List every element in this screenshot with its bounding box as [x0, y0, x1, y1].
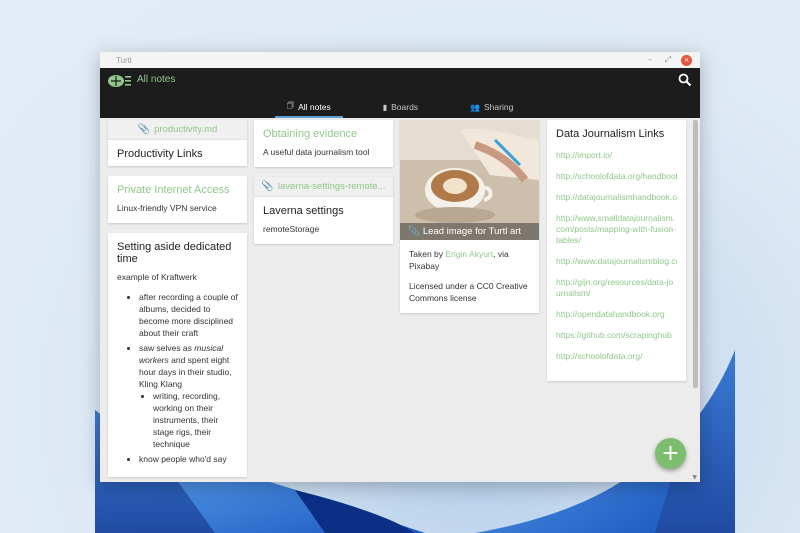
list-item: saw selves as musical workers and spent … — [139, 342, 238, 450]
note-body: example of Kraftwerk after recording a c… — [108, 271, 247, 477]
credit-link[interactable]: Engin Akyurt — [445, 249, 493, 259]
link-list: http://import.io/ http://schoolofdata.or… — [547, 146, 686, 381]
paperclip-icon: 📎 — [261, 181, 274, 192]
paperclip-icon: 📎 — [137, 124, 151, 135]
image-overlay-text: Lead image for Turtl art — [422, 226, 522, 237]
tab-label: All notes — [298, 102, 331, 112]
image-overlay: 📎 Lead image for Turtl art — [400, 223, 539, 240]
note-card-productivity[interactable]: 📎 productivity.md Productivity Links — [108, 120, 247, 166]
boards-icon: ▮ — [382, 102, 388, 112]
close-button[interactable]: × — [681, 54, 692, 66]
link-item[interactable]: http://schoolofdata.org/ — [556, 351, 677, 362]
resize-handle-icon[interactable]: ▼ — [692, 474, 697, 481]
link-item[interactable]: http://gijn.org/resources/data-journalis… — [556, 277, 677, 299]
note-card-vpn[interactable]: Private Internet Access Linux-friendly V… — [108, 176, 247, 223]
list-item: writing, recording, working on their ins… — [153, 390, 238, 450]
app-header: All notes 🗇 All notes ▮ Boards 👥 Sharing — [100, 68, 700, 118]
note-title: Obtaining evidence — [263, 128, 358, 140]
tab-boards[interactable]: ▮ Boards — [371, 96, 430, 118]
window-titlebar[interactable]: Turtl – ⤢ × — [100, 52, 700, 68]
note-list: after recording a couple of albums, deci… — [117, 291, 238, 465]
paperclip-icon: 📎 — [408, 226, 420, 237]
turtl-logo-icon[interactable] — [106, 73, 132, 89]
coffee-photo — [400, 120, 539, 240]
note-attachment[interactable]: 📎 productivity.md — [108, 120, 247, 140]
notes-grid: 📎 productivity.md Productivity Links Pri… — [100, 118, 700, 482]
link-item[interactable]: http://schoolofdata.org/handbook — [556, 171, 677, 182]
note-title: Data Journalism Links — [556, 128, 665, 140]
sharing-icon: 👥 — [470, 102, 481, 112]
note-intro: example of Kraftwerk — [117, 272, 197, 282]
list-item: know people who'd say — [139, 453, 238, 465]
app-window: Turtl – ⤢ × All notes 🗇 All notes ▮ Boar… — [100, 52, 700, 482]
tab-all-notes[interactable]: 🗇 All notes — [274, 96, 343, 118]
tab-sharing[interactable]: 👥 Sharing — [458, 96, 525, 118]
note-body: Taken by Engin Akyurt, via Pixabay Licen… — [400, 240, 539, 313]
notes-icon: 🗇 — [286, 101, 295, 110]
link-item[interactable]: http://opendatahandbook.org — [556, 309, 677, 320]
maximize-button[interactable]: ⤢ — [663, 54, 673, 66]
sub-list: writing, recording, working on their ins… — [139, 390, 238, 450]
minimize-button[interactable]: – — [645, 54, 655, 66]
attachment-name: productivity.md — [154, 124, 218, 135]
note-title: Productivity Links — [117, 148, 203, 160]
note-title: Laverna settings — [263, 205, 344, 217]
note-title: Private Internet Access — [117, 184, 230, 196]
license-text: Licensed under a CC0 Creative Commons li… — [409, 281, 528, 303]
add-note-button[interactable]: + — [655, 438, 686, 469]
note-body: remoteStorage — [263, 224, 320, 234]
vertical-scrollbar[interactable] — [693, 120, 698, 388]
note-body: Linux-friendly VPN service — [117, 203, 217, 213]
note-image[interactable]: 📎 Lead image for Turtl art — [400, 120, 539, 240]
tab-label: Boards — [391, 102, 419, 112]
image-credit: Taken by Engin Akyurt, via Pixabay — [409, 248, 530, 272]
link-item[interactable]: http://import.io/ — [556, 150, 677, 161]
tab-label: Sharing — [484, 102, 514, 112]
link-item[interactable]: http://www.datajournalismblog.com — [556, 256, 677, 267]
note-title: Setting aside dedicated time — [117, 241, 232, 265]
window-title: Turtl — [116, 55, 132, 65]
note-card-image[interactable]: 📎 Lead image for Turtl art Taken by Engi… — [400, 120, 539, 313]
list-item: after recording a couple of albums, deci… — [139, 291, 238, 339]
link-item[interactable]: http://www.smalldatajournalism.com/posts… — [556, 213, 677, 246]
note-card-laverna[interactable]: 📎 laverna-settings-remote... Laverna set… — [254, 177, 393, 244]
link-item[interactable]: https://github.com/scrapinghub — [556, 330, 677, 341]
note-attachment[interactable]: 📎 laverna-settings-remote... — [254, 177, 393, 197]
search-icon[interactable] — [678, 73, 692, 87]
main-tabs: 🗇 All notes ▮ Boards 👥 Sharing — [100, 96, 700, 118]
note-card-evidence[interactable]: Obtaining evidence A useful data journal… — [254, 120, 393, 167]
link-item[interactable]: http://datajournalismhandbook.org — [556, 192, 677, 203]
attachment-name: laverna-settings-remote... — [277, 181, 386, 192]
note-body: A useful data journalism tool — [263, 147, 370, 157]
note-card-data-journalism[interactable]: Data Journalism Links http://import.io/ … — [547, 120, 686, 381]
page-title: All notes — [137, 74, 176, 85]
credit-text: Taken by — [409, 249, 446, 259]
note-card-setting-aside[interactable]: Setting aside dedicated time example of … — [108, 233, 247, 477]
list-text: saw selves as — [139, 343, 195, 353]
